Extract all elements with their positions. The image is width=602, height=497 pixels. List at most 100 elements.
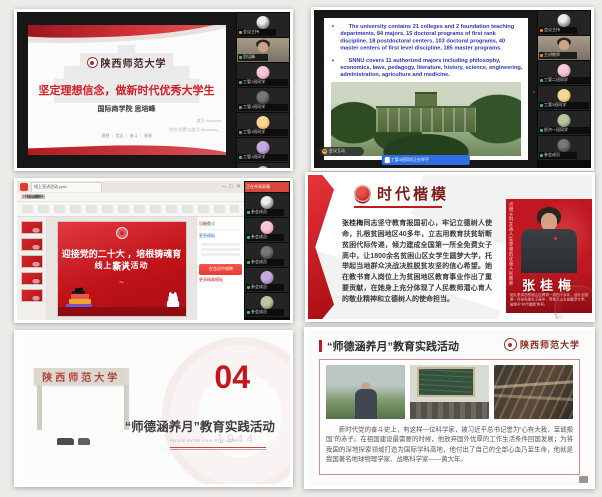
pane-tab-layout[interactable]: 版式	[207, 222, 215, 226]
slide-thumbnail[interactable]	[21, 289, 43, 302]
party-pin-icon	[554, 237, 557, 240]
participant-tile[interactable]: 工管1班同学	[237, 88, 289, 112]
slide-thumbnail[interactable]	[21, 221, 43, 234]
section-number: 04	[214, 359, 250, 396]
meeting-stage: 陕西师范大学 坚定理想信念，做新时代优秀大学生 国际商学院 思培峰 理想 ｜ 信…	[17, 12, 236, 168]
participant-name-chip: 工管1班同学	[238, 79, 288, 86]
globe-icon	[354, 185, 371, 202]
mic-on-icon	[247, 211, 250, 214]
participant-name-chip: 思培峰	[238, 54, 268, 61]
participant-tile[interactable]: 参会成员	[538, 136, 590, 160]
mic-on-icon	[239, 81, 242, 84]
document-tab[interactable]: 线上宣讲活动.pptx	[31, 182, 102, 192]
participant-avatar	[261, 246, 274, 259]
slide-title: “师德涵养月”教育实践活动	[327, 338, 459, 354]
books-illustration	[66, 287, 96, 309]
window-title-bar: 线上宣讲活动.pptx ─ □ ✕	[17, 181, 244, 193]
bullet-icon	[331, 59, 333, 61]
slide-thumbnail-panel	[17, 217, 47, 320]
smiley-icon	[322, 149, 327, 154]
participant-name-chip: 工管1班同学	[238, 129, 288, 136]
participant-tile[interactable]: 会议主持	[237, 13, 289, 37]
participant-name-chip: 会议主持	[238, 29, 276, 36]
gate-pillar	[37, 385, 42, 430]
slide-thumbnail[interactable]	[21, 238, 43, 251]
screen-share-banner: 正在共享屏幕	[245, 182, 289, 192]
participant-tile[interactable]: 参会成员	[245, 193, 289, 217]
participant-tile[interactable]: 工管1班同学	[237, 138, 289, 162]
gate-calligraphy: 陕西师范大学	[42, 369, 120, 384]
participant-tile[interactable]: 参会成员	[245, 243, 289, 267]
participant-avatar	[558, 114, 571, 127]
participant-avatar	[261, 271, 274, 284]
participant-name-chip: 参会成员	[246, 284, 284, 291]
mic-on-icon	[540, 79, 543, 82]
panel-section-divider-slide: 1944 陕西师范大学 04 “师德涵养月”教育实践活动 PLEASE ENTE…	[14, 330, 293, 487]
participant-tile[interactable]	[237, 163, 289, 168]
section-header: 时代楷模	[377, 183, 449, 204]
red-slide[interactable]: 迎接党的二十大 ，培根铸魂育新人 线上宣讲活动 ~	[58, 222, 186, 316]
close-button[interactable]: ✕	[236, 184, 241, 190]
slide-thumbnail[interactable]	[21, 272, 43, 285]
participant-tile[interactable]: 参会成员	[245, 218, 289, 242]
audience	[410, 402, 489, 419]
maximize-button[interactable]: □	[229, 184, 233, 190]
poster-vertical-caption: 点燃乡村女孩人生梦想的优秀人民教师	[508, 202, 514, 286]
participant-name-chip: 参会成员	[246, 309, 284, 316]
screenshot-collage: 陕西师范大学 坚定理想信念，做新时代优秀大学生 国际商学院 思培峰 理想 ｜ 信…	[0, 0, 602, 497]
mic-on-icon	[239, 56, 242, 59]
red-underline	[170, 447, 266, 448]
participant-tile[interactable]: 参会成员	[245, 293, 289, 317]
participant-tile-active-speaker[interactable]: 主讲教师	[538, 36, 590, 60]
design-task-pane: 设计 配色 版式 更多模板 在会议中放映 更多精美模板	[196, 217, 244, 320]
windows-activation-watermark: 激活 Windows 转到“设置”以激活 Windows。	[117, 117, 221, 135]
raised-hand-icon	[384, 157, 389, 163]
participant-avatar	[558, 64, 571, 77]
participant-avatar	[558, 14, 571, 27]
pane-placeholder-line	[201, 248, 240, 251]
participant-tile[interactable]: 参会成员	[245, 268, 289, 292]
participant-tile[interactable]: 工管1班同学	[237, 113, 289, 137]
slide-title-line-2: 线上宣讲活动	[58, 260, 186, 271]
participant-tile[interactable]: 工管3班同学	[538, 86, 590, 110]
squiggle-decor: ~	[58, 278, 186, 287]
panel-wps-editor: 线上宣讲活动.pptx ─ □ ✕ 文件 开始 插入 设计 切换 动画 放映 审…	[14, 178, 293, 323]
photo-classroom-lecture	[410, 365, 489, 419]
slideshow-corner-icon[interactable]	[579, 476, 588, 483]
participant-tile-active-speaker[interactable]: 思培峰	[237, 38, 289, 62]
participant-name-chip: 工管1班同学	[238, 154, 288, 161]
ribbon-toolbar[interactable]	[17, 202, 244, 217]
header-underline	[354, 206, 442, 208]
slide-ground-band	[58, 307, 186, 316]
panel-role-model-slide: 时代楷模 张桂梅同志坚守教育报国初心，牢记立德树人使命，扎根贫困地区40多年，立…	[305, 172, 595, 322]
menu-view[interactable]: 视图	[37, 195, 45, 199]
minimize-button[interactable]: ─	[222, 184, 226, 190]
mic-on-icon	[239, 156, 242, 159]
pane-note: 更多精美模板	[199, 278, 221, 282]
mic-on-icon	[540, 104, 543, 107]
participant-name-chip: 工管3班同学	[539, 102, 589, 109]
participant-tile[interactable]: 会议主持	[538, 11, 590, 35]
raise-hand-banner[interactable]: 工管3班同学正在举手	[381, 155, 469, 165]
present-in-meeting-button[interactable]: 在会议中放映	[199, 264, 242, 275]
participant-tile[interactable]: 工管1班同学	[237, 63, 289, 87]
next-slide-arrow[interactable]: ›	[533, 89, 535, 96]
participant-name-chip: 参会成员	[246, 234, 284, 241]
slide-subtitle: 国际商学院 思培峰	[28, 104, 226, 114]
participant-avatar	[558, 139, 571, 152]
blackboard	[419, 369, 473, 395]
section-title: “师德涵养月”教育实践活动	[115, 416, 284, 435]
participant-tile[interactable]: 经济一班同学	[538, 111, 590, 135]
participant-name-chip: 参会成员	[246, 259, 284, 266]
mic-on-icon	[247, 261, 250, 264]
participant-avatar	[257, 16, 270, 29]
red-underline	[170, 449, 266, 450]
university-logo: 陕西师范大学	[504, 338, 580, 351]
participant-name-chip: 会议主持	[539, 27, 577, 34]
more-templates-link[interactable]: 更多模板	[199, 234, 221, 238]
warning-icon	[540, 29, 543, 32]
slide-thumbnail[interactable]	[21, 255, 43, 268]
participant-tile[interactable]: 工管二班同学	[538, 61, 590, 85]
reaction-chip[interactable]: 会议互动	[319, 147, 364, 156]
mic-on-icon	[239, 106, 242, 109]
